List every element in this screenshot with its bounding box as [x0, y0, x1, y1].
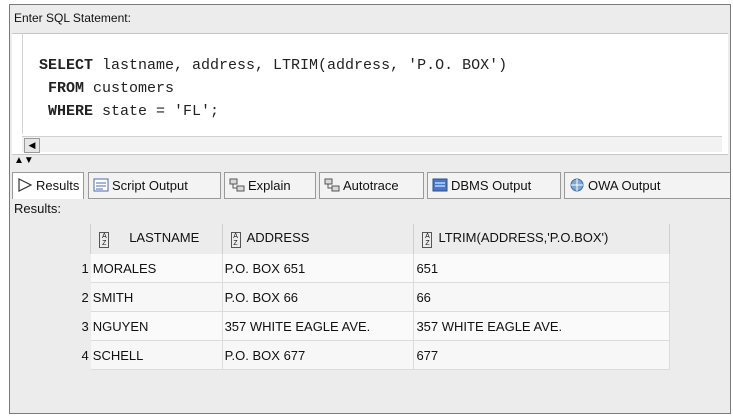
- tab-script-output-label: Script Output: [112, 178, 188, 193]
- row-number: 1: [10, 254, 91, 283]
- sql-editor[interactable]: SELECT lastname, address, LTRIM(address,…: [12, 33, 728, 155]
- row-number-header: [10, 224, 92, 254]
- cell-address[interactable]: P.O. BOX 651: [222, 254, 415, 283]
- sql-line-2-text: customers: [84, 80, 175, 97]
- output-tab-bar: Results Script Output Explain Autotrace …: [12, 169, 730, 199]
- sql-line-1-text: lastname, address, LTRIM(address, 'P.O. …: [93, 57, 508, 74]
- cell-address[interactable]: 357 WHITE EAGLE AVE.: [222, 311, 415, 341]
- sql-line-2: FROM customers: [39, 77, 507, 100]
- autotrace-icon: [324, 178, 340, 192]
- cell-ltrim[interactable]: 66: [413, 282, 670, 312]
- row-number: 2: [10, 282, 91, 312]
- results-header-row: A Z LASTNAME A Z ADDRESS A Z LTRIM(ADDRESS,'P.…: [10, 224, 670, 254]
- table-row[interactable]: 1 MORALES P.O. BOX 651 651: [10, 254, 670, 283]
- tab-owa-output[interactable]: OWA Output: [564, 172, 730, 199]
- column-header-lastname[interactable]: A Z LASTNAME: [90, 224, 223, 254]
- splitter-arrows-icon[interactable]: ▲▼: [14, 156, 34, 166]
- sql-keyword-select: SELECT: [39, 57, 94, 74]
- tab-autotrace-label: Autotrace: [343, 178, 399, 193]
- column-header-ltrim-label: LTRIM(ADDRESS,'P.O.BOX'): [438, 230, 609, 245]
- horizontal-scrollbar[interactable]: ◀: [22, 136, 722, 153]
- script-output-icon: [93, 178, 109, 192]
- column-header-address-label: ADDRESS: [246, 230, 310, 245]
- scroll-left-button[interactable]: ◀: [24, 138, 40, 153]
- tab-explain-label: Explain: [248, 178, 291, 193]
- sql-line-1: SELECT lastname, address, LTRIM(address,…: [39, 54, 507, 77]
- table-row[interactable]: 3 NGUYEN 357 WHITE EAGLE AVE. 357 WHITE …: [10, 311, 670, 341]
- play-arrow-icon: [18, 178, 33, 192]
- column-header-ltrim[interactable]: A Z LTRIM(ADDRESS,'P.O.BOX'): [413, 224, 670, 254]
- owa-output-icon: [570, 178, 584, 192]
- column-header-address[interactable]: A Z ADDRESS: [222, 224, 415, 254]
- table-row[interactable]: 4 SCHELL P.O. BOX 677 677: [10, 340, 670, 370]
- cell-ltrim[interactable]: 677: [413, 340, 670, 370]
- results-label: Results:: [14, 201, 61, 216]
- sql-keyword-from: FROM: [39, 80, 85, 97]
- cell-address[interactable]: P.O. BOX 66: [222, 282, 415, 312]
- results-grid: A Z LASTNAME A Z ADDRESS A Z LTRIM(ADDRESS,'P.…: [10, 224, 670, 370]
- sql-line-3-text: state = 'FL';: [93, 103, 220, 120]
- sql-worksheet-window: Enter SQL Statement: SELECT lastname, ad…: [9, 4, 731, 414]
- sql-statement-label: Enter SQL Statement:: [14, 11, 131, 25]
- sort-icon: AZ: [422, 232, 433, 248]
- tab-dbms-output[interactable]: DBMS Output: [427, 172, 561, 199]
- tab-results[interactable]: Results: [12, 172, 84, 199]
- dbms-output-icon: [432, 178, 448, 192]
- sort-icon: AZ: [230, 232, 241, 248]
- cell-ltrim[interactable]: 357 WHITE EAGLE AVE.: [413, 311, 670, 341]
- cell-lastname[interactable]: MORALES: [90, 254, 223, 283]
- cell-lastname[interactable]: NGUYEN: [90, 311, 223, 341]
- cell-ltrim[interactable]: 651: [413, 254, 670, 283]
- tab-script-output[interactable]: Script Output: [88, 172, 221, 199]
- tab-results-label: Results: [36, 178, 80, 193]
- column-header-lastname-label: LASTNAME: [129, 230, 200, 245]
- tab-explain[interactable]: Explain: [224, 172, 316, 199]
- row-number: 4: [10, 340, 91, 370]
- table-row[interactable]: 2 SMITH P.O. BOX 66 66: [10, 282, 670, 312]
- sql-keyword-where: WHERE: [39, 103, 94, 120]
- tab-autotrace[interactable]: Autotrace: [319, 172, 424, 199]
- sql-code[interactable]: SELECT lastname, address, LTRIM(address,…: [39, 54, 507, 123]
- sql-line-3: WHERE state = 'FL';: [39, 100, 507, 123]
- explain-icon: [229, 178, 245, 192]
- tab-dbms-output-label: DBMS Output: [451, 178, 532, 193]
- cell-lastname[interactable]: SMITH: [90, 282, 223, 312]
- cell-address[interactable]: P.O. BOX 677: [222, 340, 415, 370]
- row-number: 3: [10, 311, 91, 341]
- tab-owa-output-label: OWA Output: [588, 178, 661, 193]
- cell-lastname[interactable]: SCHELL: [90, 340, 223, 370]
- editor-text-area[interactable]: SELECT lastname, address, LTRIM(address,…: [22, 34, 728, 134]
- sort-icon: AZ: [99, 232, 110, 248]
